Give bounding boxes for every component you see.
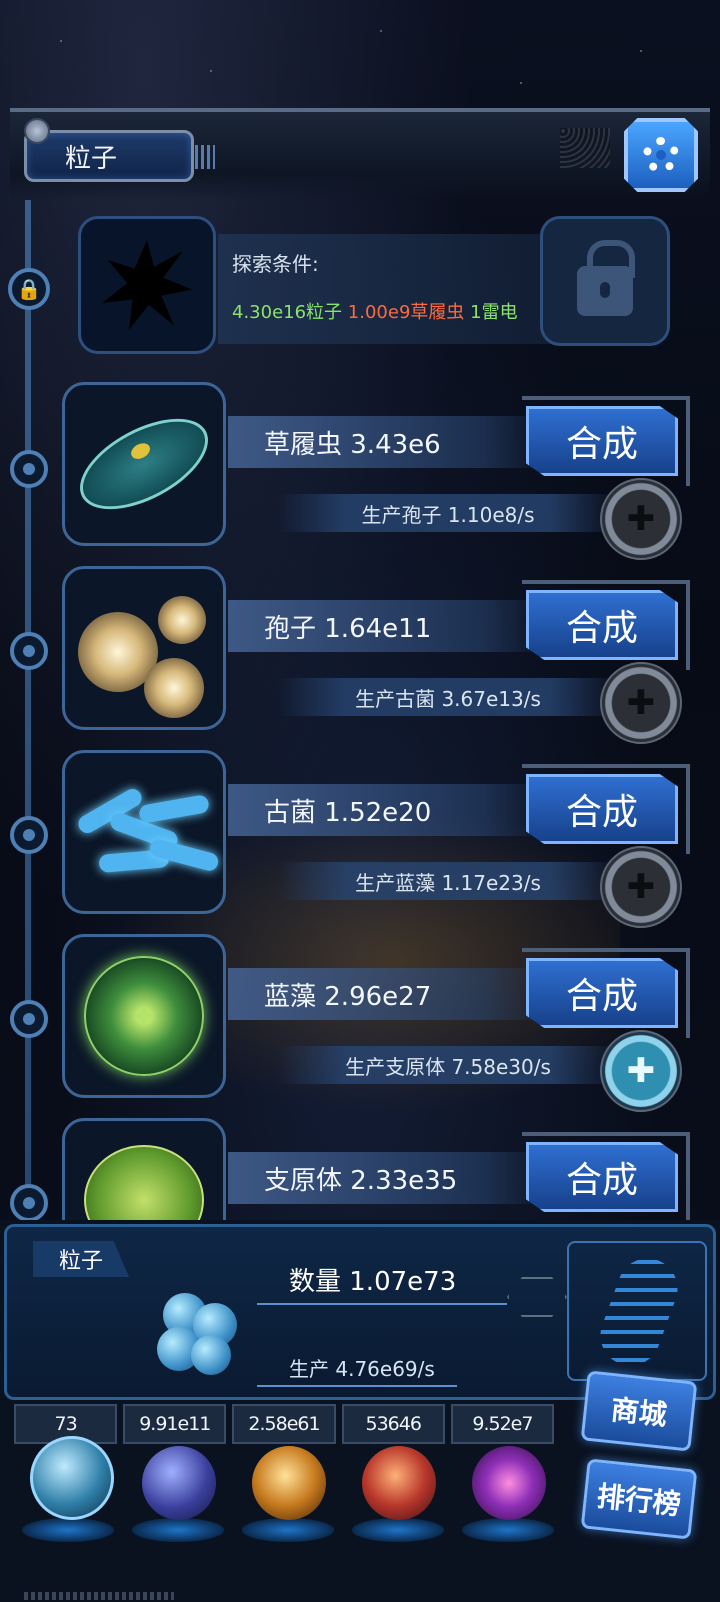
- organism-row: 草履虫 3.43e6 合成 生产孢子 1.10e8/s ✚: [62, 382, 692, 560]
- particle-production: 生产 4.76e69/s: [289, 1357, 435, 1381]
- production-rate: 生产古菌 3.67e13/s: [278, 678, 618, 716]
- req-paramecium: 1.00e9草履虫: [347, 302, 465, 323]
- brain-orb-icon[interactable]: [362, 1446, 436, 1520]
- rail-lock-icon: 🔒: [8, 268, 50, 310]
- particle-quantity: 数量 1.07e73: [289, 1267, 457, 1297]
- fire-orb-icon[interactable]: [252, 1446, 326, 1520]
- tab-particle[interactable]: 粒子: [24, 130, 215, 182]
- bottom-grill: [24, 1592, 174, 1600]
- craft-button[interactable]: 合成: [526, 590, 678, 660]
- upgrade-plus-button[interactable]: ✚: [600, 478, 682, 560]
- particle-cluster-image: [143, 1283, 253, 1383]
- rail-node: [10, 1184, 48, 1222]
- rail-node: [10, 632, 48, 670]
- rail-node: [10, 1000, 48, 1038]
- conditions-title: 探索条件:: [232, 252, 319, 276]
- production-rate: 生产孢子 1.10e8/s: [278, 494, 618, 532]
- craft-button[interactable]: 合成: [526, 406, 678, 476]
- req-thunder: 1雷电: [470, 302, 518, 323]
- organism-name: 支原体 2.33e35: [228, 1152, 548, 1204]
- production-rate: 生产蓝藻 1.17e23/s: [278, 862, 618, 900]
- organism-name: 蓝藻 2.96e27: [228, 968, 548, 1020]
- panel-grill: [560, 128, 610, 168]
- organism-row: 孢子 1.64e11 合成 生产古菌 3.67e13/s ✚: [62, 566, 692, 744]
- paramecium-image: [62, 382, 226, 546]
- divider: [257, 1385, 457, 1387]
- dna-icon: [567, 1241, 707, 1381]
- settings-button[interactable]: [624, 118, 698, 192]
- upgrade-plus-button[interactable]: ✚: [600, 846, 682, 928]
- shop-button[interactable]: 商城: [580, 1370, 698, 1452]
- particle-orb-icon[interactable]: [30, 1436, 114, 1520]
- molecule-icon: [507, 1277, 567, 1317]
- upgrade-plus-button[interactable]: ✚: [600, 1030, 682, 1112]
- divider: [257, 1303, 507, 1305]
- craft-button[interactable]: 合成: [526, 958, 678, 1028]
- ranking-button[interactable]: 排行榜: [580, 1458, 698, 1540]
- conditions-list: 4.30e16粒子 1.00e9草履虫 1雷电: [232, 298, 518, 324]
- rail-node: [10, 816, 48, 854]
- organism-name: 草履虫 3.43e6: [228, 416, 548, 468]
- padlock-icon: [577, 240, 635, 316]
- organism-row: 蓝藻 2.96e27 合成 生产支原体 7.58e30/s ✚: [62, 934, 692, 1112]
- organism-name: 孢子 1.64e11: [228, 600, 548, 652]
- vortex-orb-icon[interactable]: [472, 1446, 546, 1520]
- summary-tab: 粒子: [33, 1241, 129, 1277]
- top-bar: 粒子: [10, 108, 710, 200]
- cyanobacteria-image: [62, 934, 226, 1098]
- locked-silhouette: [78, 216, 216, 354]
- left-rail: [25, 200, 31, 1230]
- tab-label: 粒子: [65, 143, 118, 174]
- plus-icon: ✚: [626, 499, 656, 539]
- screw-icon: [24, 118, 50, 144]
- locked-item: 探索条件: 4.30e16粒子 1.00e9草履虫 1雷电: [78, 216, 678, 354]
- bottom-panel: 粒子 数量 1.07e73 生产 4.76e69/s 73 9.91e11 2.…: [0, 1220, 720, 1602]
- upgrade-plus-button[interactable]: ✚: [600, 662, 682, 744]
- organism-name: 古菌 1.52e20: [228, 784, 548, 836]
- archaea-image: [62, 750, 226, 914]
- plus-icon: ✚: [626, 867, 656, 907]
- rail-node: [10, 450, 48, 488]
- thunder-orb-icon[interactable]: [142, 1446, 216, 1520]
- spore-image: [62, 566, 226, 730]
- craft-button[interactable]: 合成: [526, 1142, 678, 1212]
- gear-icon: [643, 137, 679, 173]
- production-rate: 生产支原体 7.58e30/s: [278, 1046, 618, 1084]
- unlock-button[interactable]: [540, 216, 670, 346]
- plus-icon: ✚: [626, 683, 656, 723]
- craft-button[interactable]: 合成: [526, 774, 678, 844]
- orb-bar: [20, 1430, 560, 1542]
- req-particle: 4.30e16粒子: [232, 302, 343, 323]
- organism-row: 古菌 1.52e20 合成 生产蓝藻 1.17e23/s ✚: [62, 750, 692, 928]
- tab-stripes: [195, 145, 215, 169]
- plus-icon: ✚: [626, 1051, 656, 1091]
